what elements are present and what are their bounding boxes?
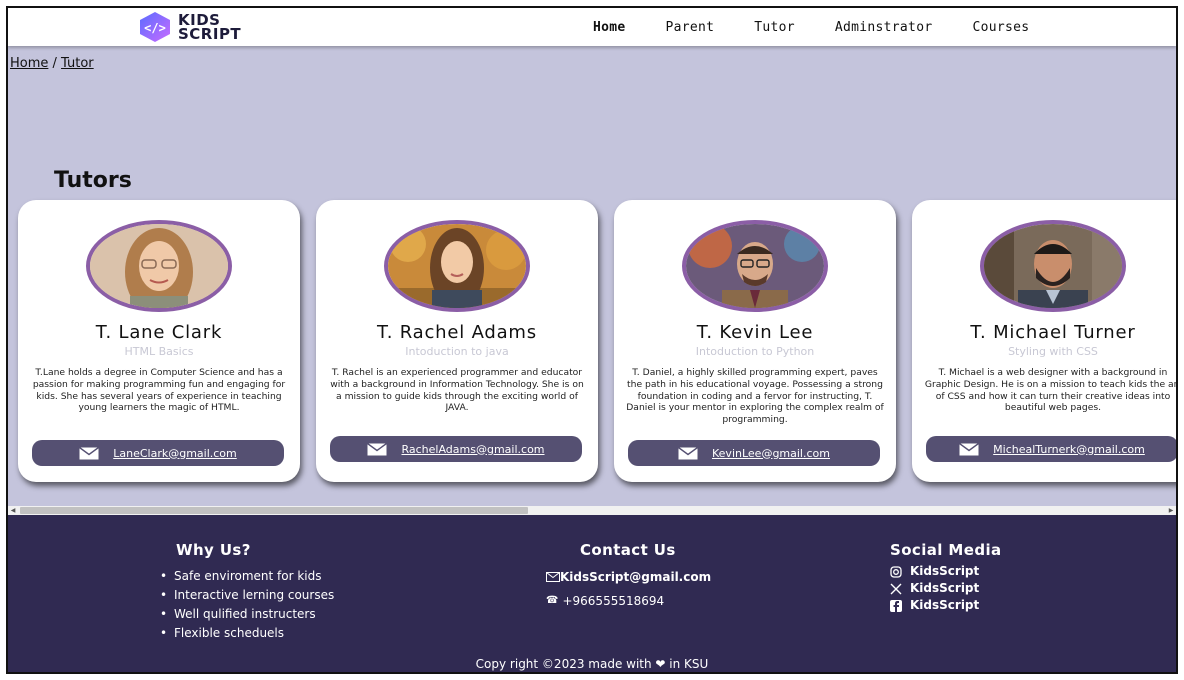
tutor-photo bbox=[86, 220, 232, 312]
tutor-email: MichealTurnerk@gmail.com bbox=[993, 442, 1145, 456]
social-section: Social Media KidsScript KidsScript KidsS… bbox=[890, 541, 1002, 614]
site-header: </> KIDS SCRIPT Home Parent Tutor Admins… bbox=[8, 8, 1176, 46]
main-nav: Home Parent Tutor Adminstrator Courses bbox=[593, 8, 1069, 46]
tutor-email-button[interactable]: MichealTurnerk@gmail.com bbox=[926, 436, 1176, 462]
nav-home[interactable]: Home bbox=[593, 20, 626, 35]
nav-courses[interactable]: Courses bbox=[972, 20, 1029, 35]
why-us-item: Well qulified instructers bbox=[160, 605, 334, 624]
tutor-card: T. Michael Turner Styling with CSS T. Mi… bbox=[912, 200, 1178, 482]
tutor-subject: HTML Basics bbox=[124, 345, 194, 358]
breadcrumb-separator: / bbox=[48, 56, 62, 71]
browser-viewport: </> KIDS SCRIPT Home Parent Tutor Admins… bbox=[6, 6, 1178, 674]
tutor-photo bbox=[980, 220, 1126, 312]
breadcrumb-current[interactable]: Tutor bbox=[61, 56, 94, 71]
why-us-section: Why Us? Safe enviroment for kids Interac… bbox=[160, 541, 334, 643]
tutor-name: T. Kevin Lee bbox=[696, 322, 814, 343]
scroll-right-arrow-icon[interactable]: ▶ bbox=[1166, 506, 1176, 515]
social-label: KidsScript bbox=[910, 598, 980, 612]
logo-line-2: SCRIPT bbox=[178, 25, 242, 43]
social-label: KidsScript bbox=[910, 581, 980, 595]
logo-wordmark: KIDS SCRIPT bbox=[178, 13, 242, 43]
tutor-name: T. Michael Turner bbox=[970, 322, 1136, 343]
tutor-email-button[interactable]: KevinLee@gmail.com bbox=[628, 440, 880, 466]
tutor-photo bbox=[384, 220, 530, 312]
tutor-subject: Intoduction to Python bbox=[695, 345, 815, 358]
tutor-card: T. Kevin Lee Intoduction to Python T. Da… bbox=[614, 200, 896, 482]
tutor-email-button[interactable]: LaneClark@gmail.com bbox=[32, 440, 284, 466]
tutor-bio: T.Lane holds a degree in Computer Scienc… bbox=[32, 367, 286, 414]
tutor-subject: Intoduction to java bbox=[405, 345, 509, 358]
tutor-photo bbox=[682, 220, 828, 312]
tutor-bio: T. Rachel is an experienced programmer a… bbox=[330, 367, 584, 414]
social-title: Social Media bbox=[890, 541, 1002, 559]
site-logo[interactable]: </> KIDS SCRIPT bbox=[138, 11, 241, 43]
social-facebook[interactable]: KidsScript bbox=[890, 597, 1002, 614]
contact-phone-text: +966555518694 bbox=[562, 594, 665, 608]
why-us-title: Why Us? bbox=[176, 541, 251, 559]
contact-phone[interactable]: ☎ +966555518694 bbox=[546, 591, 711, 611]
x-twitter-icon bbox=[890, 583, 902, 594]
tutor-email-button[interactable]: RachelAdams@gmail.com bbox=[330, 436, 582, 462]
nav-parent[interactable]: Parent bbox=[666, 20, 715, 35]
horizontal-scrollbar[interactable]: ◀ ▶ bbox=[8, 506, 1176, 515]
instagram-icon bbox=[890, 565, 902, 578]
nav-tutor[interactable]: Tutor bbox=[754, 20, 795, 35]
breadcrumb: Home / Tutor bbox=[10, 56, 94, 71]
scroll-left-arrow-icon[interactable]: ◀ bbox=[8, 506, 18, 515]
page-title: Tutors bbox=[54, 168, 132, 193]
tutor-email: KevinLee@gmail.com bbox=[712, 446, 830, 460]
why-us-item: Safe enviroment for kids bbox=[160, 567, 334, 586]
tutor-bio: T. Daniel, a highly skilled programming … bbox=[626, 367, 884, 426]
facebook-icon bbox=[890, 599, 902, 612]
code-logo-icon: </> bbox=[138, 11, 172, 43]
mail-icon bbox=[79, 446, 100, 459]
tutor-subject: Styling with CSS bbox=[1008, 345, 1098, 358]
phone-icon: ☎ bbox=[546, 595, 559, 606]
mail-icon bbox=[367, 442, 388, 455]
copyright: Copy right ©2023 made with ❤ in KSU bbox=[475, 657, 709, 671]
envelope-icon bbox=[546, 572, 560, 582]
mail-icon bbox=[678, 446, 698, 459]
tutor-cards: T. Lane Clark HTML Basics T.Lane holds a… bbox=[18, 200, 1178, 484]
tutor-name: T. Rachel Adams bbox=[377, 322, 537, 343]
site-footer: Why Us? Safe enviroment for kids Interac… bbox=[8, 515, 1176, 672]
social-label: KidsScript bbox=[910, 564, 980, 578]
contact-section: Contact Us KidsScript@gmail.com ☎ +96655… bbox=[546, 541, 711, 611]
why-us-item: Flexible scheduels bbox=[160, 624, 334, 643]
tutor-name: T. Lane Clark bbox=[95, 322, 223, 343]
why-us-item: Interactive lerning courses bbox=[160, 586, 334, 605]
social-x[interactable]: KidsScript bbox=[890, 580, 1002, 597]
contact-email-text: KidsScript@gmail.com bbox=[560, 570, 712, 584]
contact-email[interactable]: KidsScript@gmail.com bbox=[546, 567, 711, 587]
svg-text:</>: </> bbox=[144, 21, 166, 35]
nav-administrator[interactable]: Adminstrator bbox=[835, 20, 933, 35]
tutor-email: RachelAdams@gmail.com bbox=[401, 442, 545, 456]
contact-title: Contact Us bbox=[580, 541, 676, 559]
scrollbar-thumb[interactable] bbox=[20, 507, 528, 514]
social-instagram[interactable]: KidsScript bbox=[890, 563, 1002, 580]
tutor-card: T. Rachel Adams Intoduction to java T. R… bbox=[316, 200, 598, 482]
tutor-bio: T. Michael is a web designer with a back… bbox=[924, 367, 1178, 414]
breadcrumb-home[interactable]: Home bbox=[10, 56, 48, 71]
tutor-card: T. Lane Clark HTML Basics T.Lane holds a… bbox=[18, 200, 300, 482]
mail-icon bbox=[959, 442, 980, 455]
tutor-email: LaneClark@gmail.com bbox=[113, 446, 237, 460]
